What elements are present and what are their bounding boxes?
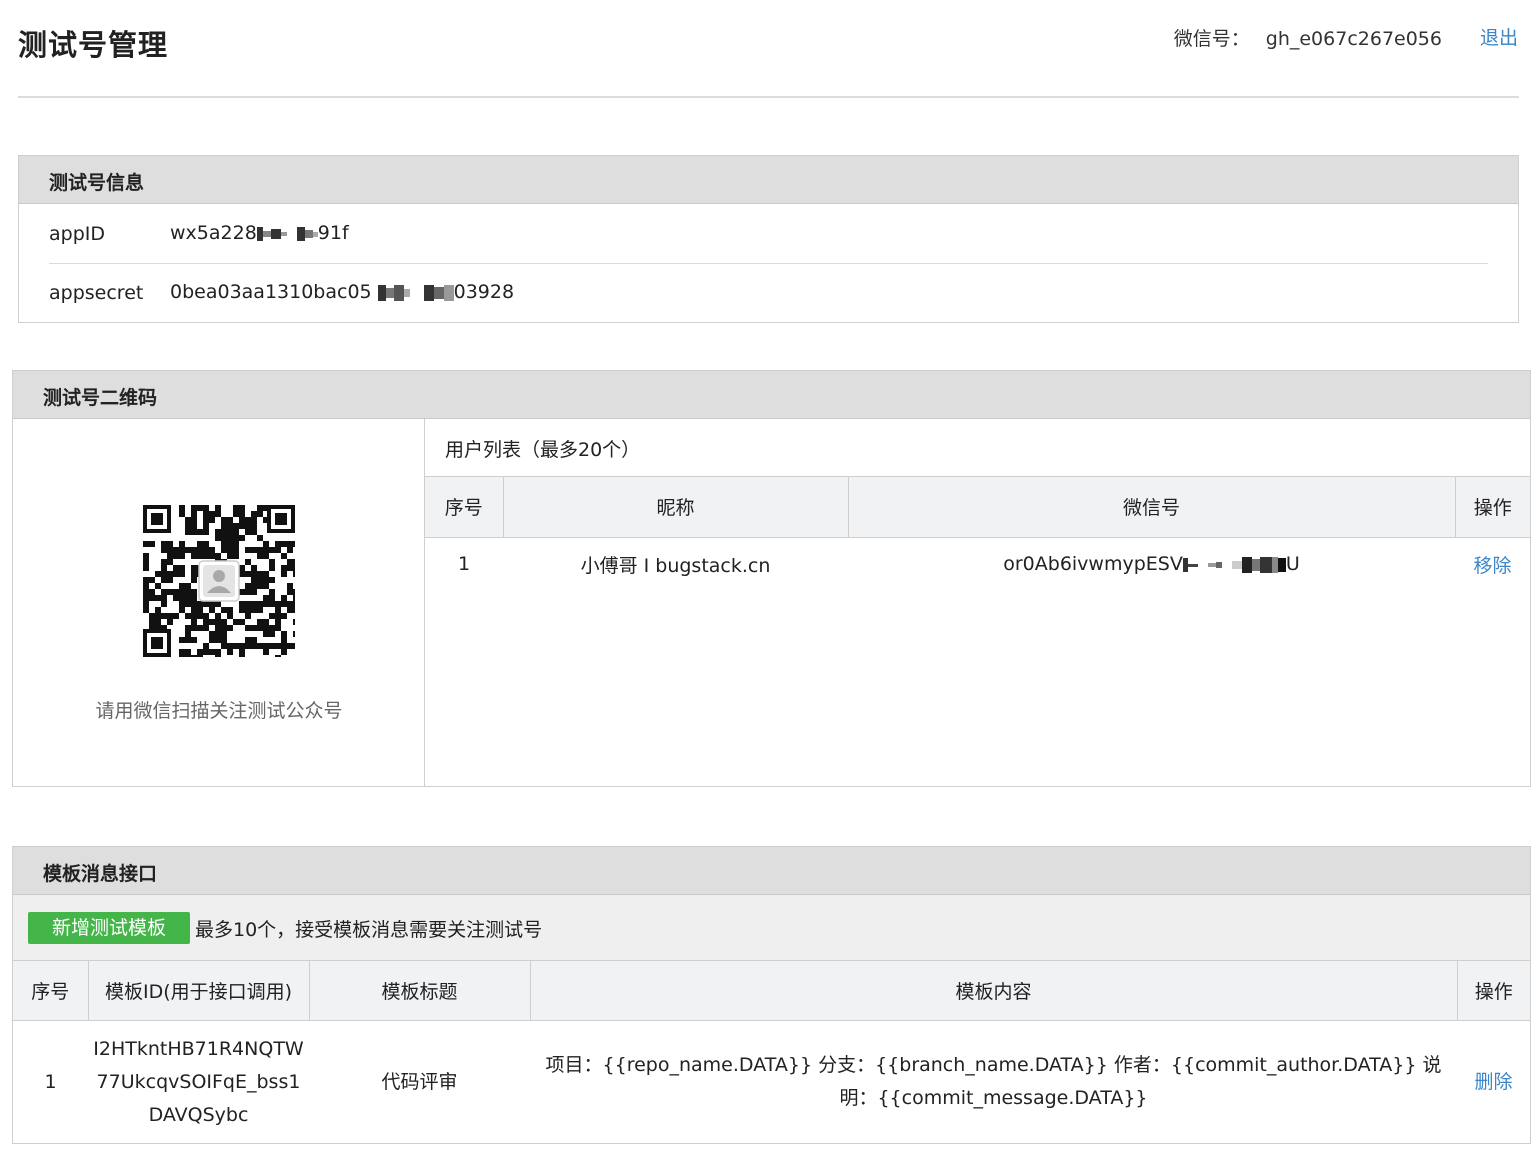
user-nickname: 小傅哥 I bugstack.cn [580,554,771,577]
col-header-template-title: 模板标题 [309,961,531,1021]
user-index: 1 [458,553,471,576]
template-message-panel: 模板消息接口 新增测试模板 最多10个，接受模板消息需要关注测试号 序号 模板I… [12,846,1531,1144]
delete-template-link[interactable]: 删除 [1457,1020,1530,1144]
user-table: 序号 昵称 微信号 操作 1 小傅哥 I bugstack.cn or0Ab6i… [425,477,1530,591]
table-row: 1 I2HTkntHB71R4NQTW77UkcqvSOIFqE_bss1DAV… [13,1020,1530,1144]
account-info: 微信号： gh_e067c267e056 [1174,24,1442,51]
table-row: 1 小傅哥 I bugstack.cn or0Ab6ivwmypESV U 移除 [425,537,1530,591]
user-list: 用户列表（最多20个） 序号 昵称 微信号 操作 1 小傅哥 I bugstac… [425,419,1530,786]
logout-link[interactable]: 退出 [1480,23,1518,50]
appid-label: appID [49,223,105,245]
appsecret-value: 0bea03aa1310bac05 03928 [170,281,515,304]
col-header-action: 操作 [1457,961,1530,1021]
qrcode-caption: 请用微信扫描关注测试公众号 [95,700,343,722]
panel-title: 模板消息接口 [13,847,1530,895]
test-account-info-panel: 测试号信息 appID wx5a228 91f appsecret 0bea03a… [18,155,1519,323]
redaction-mosaic [372,282,454,304]
template-note: 最多10个，接受模板消息需要关注测试号 [195,919,543,941]
page-title: 测试号管理 [18,28,169,62]
col-header-index: 序号 [13,961,89,1021]
user-list-title: 用户列表（最多20个） [425,419,1530,477]
template-title: 代码评审 [381,1070,458,1093]
avatar-icon [203,565,235,597]
template-id: I2HTkntHB71R4NQTW77UkcqvSOIFqE_bss1DAVQS… [93,1037,304,1126]
redaction-mosaic [256,223,318,245]
appid-value: wx5a228 91f [170,222,349,245]
account-value: gh_e067c267e056 [1265,28,1442,50]
col-header-action: 操作 [1455,477,1530,538]
account-label: 微信号： [1173,28,1250,50]
qrcode-image [143,505,295,657]
panel-title: 测试号信息 [19,156,1518,204]
header-divider [18,96,1519,98]
col-header-template-content: 模板内容 [530,961,1458,1021]
redaction-mosaic [1182,554,1286,576]
appsecret-row: appsecret 0bea03aa1310bac05 03928 [49,264,1488,322]
user-wechat-id: or0Ab6ivwmypESV U [1003,553,1300,576]
panel-title: 测试号二维码 [13,371,1530,419]
template-content: 项目：{{repo_name.DATA}} 分支：{{branch_name.D… [545,1054,1442,1110]
col-header-index: 序号 [425,477,504,538]
remove-user-link[interactable]: 移除 [1455,537,1530,591]
test-qrcode-panel: 测试号二维码 请用微信扫描关注测试公众号 用户列表（最多20个） 序号 昵称 微… [12,370,1531,787]
appid-row: appID wx5a228 91f [49,205,1488,263]
qrcode-area: 请用微信扫描关注测试公众号 [13,419,425,786]
col-header-wechat-id: 微信号 [848,477,1456,538]
add-template-button[interactable]: 新增测试模板 [28,912,190,944]
col-header-template-id: 模板ID(用于接口调用) [88,961,310,1021]
template-toolbar: 新增测试模板 最多10个，接受模板消息需要关注测试号 [13,895,1530,961]
template-table: 序号 模板ID(用于接口调用) 模板标题 模板内容 操作 1 I2HTkntHB… [13,961,1530,1144]
template-index: 1 [44,1070,57,1093]
appsecret-label: appsecret [49,282,144,304]
col-header-nickname: 昵称 [503,477,849,538]
